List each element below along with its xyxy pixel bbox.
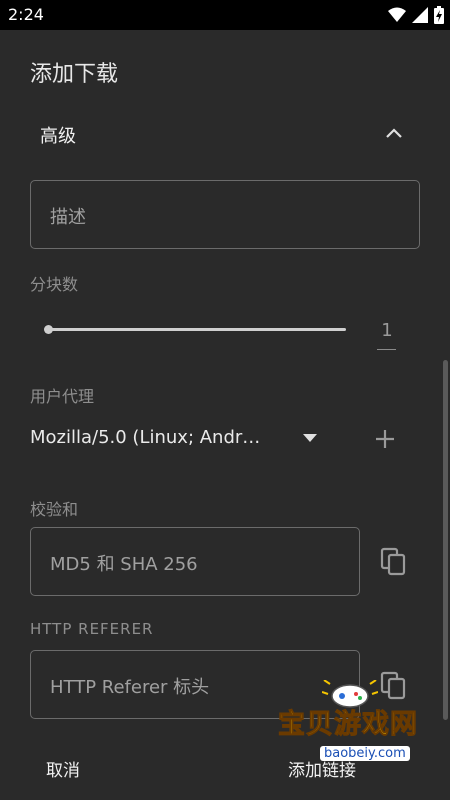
- description-placeholder: 描述: [50, 207, 86, 228]
- watermark-logo: 宝贝游戏网 baobeiy.com: [270, 680, 450, 790]
- advanced-section-toggle[interactable]: 高级: [0, 116, 450, 152]
- referer-label: HTTP REFERER: [30, 620, 154, 638]
- paste-checksum-icon[interactable]: [380, 547, 408, 577]
- battery-charging-icon: [434, 6, 444, 24]
- chevron-up-icon: [386, 128, 402, 138]
- description-input[interactable]: 描述: [30, 180, 420, 249]
- status-time: 2:24: [8, 5, 44, 24]
- dialog-title: 添加下载: [30, 62, 119, 87]
- add-user-agent-icon[interactable]: [374, 428, 396, 450]
- watermark-url: baobeiy.com: [320, 746, 410, 761]
- dropdown-arrow-icon[interactable]: [303, 434, 317, 442]
- status-bar: 2:24: [0, 0, 450, 30]
- advanced-label: 高级: [40, 126, 76, 147]
- pieces-value-underline: [377, 349, 396, 350]
- wifi-icon: [388, 7, 406, 22]
- checksum-label: 校验和: [30, 500, 79, 519]
- signal-icon: [412, 7, 428, 23]
- pieces-value[interactable]: 1: [379, 320, 395, 341]
- pieces-slider-thumb[interactable]: [44, 325, 53, 334]
- referer-placeholder: HTTP Referer 标头: [50, 677, 210, 698]
- watermark-text: 宝贝游戏网: [278, 709, 418, 741]
- scrollbar[interactable]: [443, 360, 448, 720]
- cancel-button[interactable]: 取消: [46, 756, 80, 781]
- checksum-input[interactable]: MD5 和 SHA 256: [30, 527, 360, 596]
- user-agent-select[interactable]: Mozilla/5.0 (Linux; Andr…: [30, 427, 260, 448]
- status-icons: [388, 6, 444, 24]
- checksum-placeholder: MD5 和 SHA 256: [50, 554, 198, 575]
- user-agent-label: 用户代理: [30, 387, 95, 406]
- pieces-label: 分块数: [30, 275, 79, 294]
- pieces-slider-track[interactable]: [48, 328, 346, 331]
